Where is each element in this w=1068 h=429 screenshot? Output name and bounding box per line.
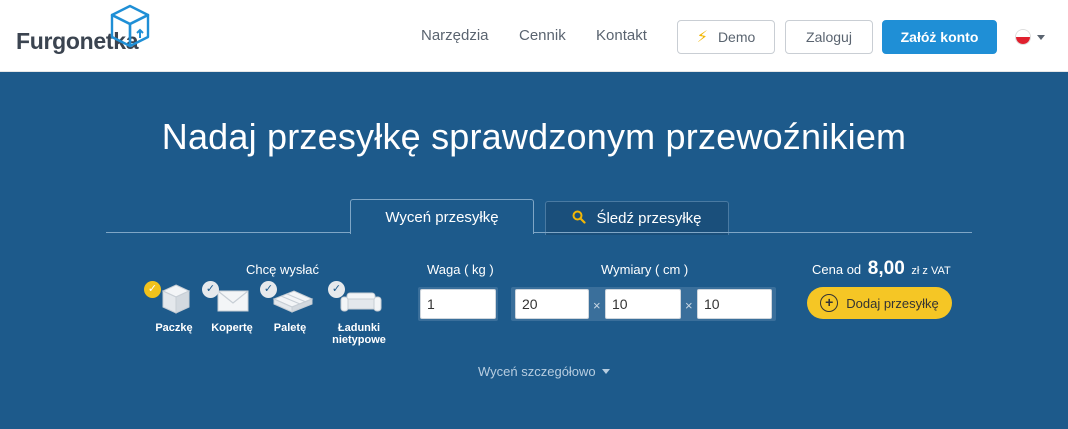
ship-type-envelope[interactable]: ✓ Kopertę: [200, 281, 264, 334]
ship-type-pallet[interactable]: ✓ Paletę: [258, 281, 322, 334]
plus-icon: +: [820, 294, 839, 312]
detailed-quote-label: Wyceń szczegółowo: [478, 364, 596, 379]
top-header: Furgonetka Narzędzia Cennik Kontakt ⚡ De…: [0, 0, 1068, 72]
ship-type-label: Paletę: [273, 322, 307, 334]
weight-input[interactable]: [420, 289, 496, 319]
tab-track-label: Śledź przesyłkę: [596, 210, 702, 227]
demo-button[interactable]: ⚡ Demo: [677, 20, 775, 54]
demo-label: Demo: [717, 29, 756, 45]
ship-type-label: Kopertę: [211, 322, 253, 334]
tab-divider: [106, 232, 972, 233]
price-suffix: zł z VAT: [911, 265, 951, 277]
width-input[interactable]: [605, 289, 681, 319]
hero-title: Nadaj przesyłkę sprawdzonym przewoźnikie…: [161, 116, 907, 157]
weight-label: Waga ( kg ): [427, 262, 494, 277]
length-field: [513, 287, 591, 321]
hero-section: Nadaj przesyłkę sprawdzonym przewoźnikie…: [0, 72, 1068, 429]
times-icon: ×: [593, 298, 601, 313]
tab-track[interactable]: Śledź przesyłkę: [545, 201, 729, 235]
ship-type-oversized[interactable]: ✓ Ładunki nietypowe: [326, 281, 392, 346]
add-shipment-label: Dodaj przesyłkę: [846, 295, 939, 311]
unselected-check-icon: ✓: [328, 281, 345, 298]
nav-cennik[interactable]: Cennik: [519, 27, 566, 44]
ship-type-label: Paczkę: [155, 322, 193, 334]
language-chevron-down-icon[interactable]: [1037, 35, 1045, 40]
price-amount: 8,00: [867, 258, 905, 279]
tab-quote[interactable]: Wyceń przesyłkę: [350, 199, 534, 234]
times-icon: ×: [685, 298, 693, 313]
height-input[interactable]: [697, 289, 772, 319]
login-button[interactable]: Zaloguj: [785, 20, 873, 54]
length-input[interactable]: [515, 289, 589, 319]
poland-flag-icon[interactable]: [1015, 29, 1031, 45]
ship-type-parcel[interactable]: ✓ Paczkę: [142, 281, 206, 334]
send-type-label: Chcę wysłać: [246, 262, 319, 277]
lightning-icon: ⚡: [696, 29, 708, 46]
selected-check-icon: ✓: [144, 281, 161, 298]
unselected-check-icon: ✓: [260, 281, 277, 298]
search-icon: [572, 210, 587, 228]
chevron-down-icon: [601, 369, 610, 374]
add-shipment-button[interactable]: + Dodaj przesyłkę: [807, 287, 952, 319]
nav-kontakt[interactable]: Kontakt: [596, 27, 647, 44]
register-button[interactable]: Załóż konto: [882, 20, 997, 54]
price-label: Cena od 8,00 zł z VAT: [812, 258, 951, 280]
unselected-check-icon: ✓: [202, 281, 219, 298]
height-field: [695, 287, 774, 321]
box-logo-icon: [110, 4, 150, 48]
price-prefix: Cena od: [812, 262, 862, 277]
width-field: [603, 287, 683, 321]
dimensions-label: Wymiary ( cm ): [601, 262, 689, 277]
weight-field: [418, 287, 498, 321]
detailed-quote-link[interactable]: Wyceń szczegółowo: [478, 364, 610, 379]
nav-narzedzia[interactable]: Narzędzia: [421, 27, 489, 44]
ship-type-label: Ładunki nietypowe: [332, 322, 386, 346]
